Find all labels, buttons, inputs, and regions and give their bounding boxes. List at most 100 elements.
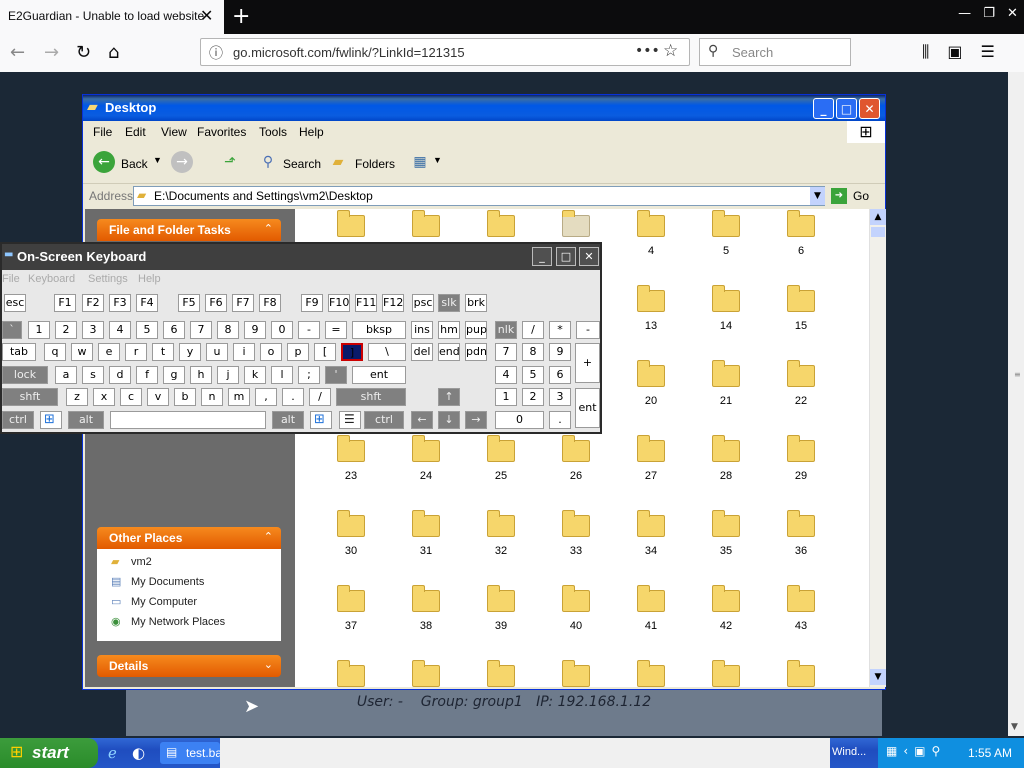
maximize-icon[interactable]: □: [556, 247, 576, 266]
osk-key[interactable]: 8: [522, 343, 544, 361]
maximize-icon[interactable]: □: [836, 98, 857, 119]
osk-key[interactable]: y: [179, 343, 201, 361]
osk-key[interactable]: alt: [272, 411, 304, 429]
folder-item[interactable]: [621, 659, 681, 687]
osk-key[interactable]: 1: [495, 388, 517, 406]
folder-item[interactable]: 4: [621, 209, 681, 279]
osk-key[interactable]: s: [82, 366, 104, 384]
osk-key[interactable]: ctrl: [364, 411, 404, 429]
osk-key[interactable]: ↑: [438, 388, 460, 406]
folder-item[interactable]: 38: [396, 584, 456, 654]
browser-tab[interactable]: E2Guardian - Unable to load website ✕: [0, 0, 224, 34]
osk-key[interactable]: f: [136, 366, 158, 384]
osk-key[interactable]: brk: [465, 294, 487, 312]
osk-key[interactable]: 9: [549, 343, 571, 361]
osk-key[interactable]: *: [549, 321, 571, 339]
library-icon[interactable]: ⫼: [922, 42, 929, 62]
osk-key[interactable]: ent: [352, 366, 406, 384]
chevron-down-icon[interactable]: ▼: [810, 187, 825, 205]
folder-item[interactable]: [471, 659, 531, 687]
back-icon[interactable]: ←: [93, 151, 115, 173]
folder-item[interactable]: 35: [696, 509, 756, 579]
new-tab-icon[interactable]: +: [232, 4, 250, 29]
chevron-down-icon[interactable]: ▼: [153, 155, 162, 165]
browser-scrollbar[interactable]: ≡ ▼: [1008, 72, 1024, 736]
folder-item[interactable]: 36: [771, 509, 831, 579]
osk-key[interactable]: d: [109, 366, 131, 384]
menu-view[interactable]: View: [161, 125, 187, 139]
sidebar-icon[interactable]: ▣: [947, 42, 962, 62]
folder-item[interactable]: 39: [471, 584, 531, 654]
scroll-down-icon[interactable]: ▼: [1011, 722, 1018, 732]
osk-key[interactable]: z: [66, 388, 88, 406]
osk-key[interactable]: v: [147, 388, 169, 406]
osk-key[interactable]: ,: [255, 388, 277, 406]
folder-item[interactable]: 28: [696, 434, 756, 504]
minimize-icon[interactable]: _: [532, 247, 552, 266]
osk-key[interactable]: 4: [109, 321, 131, 339]
osk-key[interactable]: .: [282, 388, 304, 406]
minimize-icon[interactable]: —: [958, 6, 971, 28]
osk-key[interactable]: slk: [438, 294, 460, 312]
osk-key[interactable]: pdn: [465, 343, 487, 361]
home-icon[interactable]: ⌂: [108, 42, 119, 63]
osk-key[interactable]: ins: [411, 321, 433, 339]
url-bar[interactable]: ⓘ go.microsoft.com/fwlink/?LinkId=121315…: [200, 38, 690, 66]
folder-item[interactable]: [546, 659, 606, 687]
expand-icon[interactable]: ⌄: [264, 658, 273, 671]
osk-key[interactable]: tab: [2, 343, 36, 361]
search-icon[interactable]: ⚲: [257, 151, 279, 173]
folder-item[interactable]: 32: [471, 509, 531, 579]
osk-key[interactable]: F11: [355, 294, 377, 312]
osk-key[interactable]: x: [93, 388, 115, 406]
scroll-thumb[interactable]: [871, 227, 885, 237]
folder-item[interactable]: 40: [546, 584, 606, 654]
osk-key[interactable]: r: [125, 343, 147, 361]
osk-key[interactable]: ;: [298, 366, 320, 384]
osk-key[interactable]: F8: [259, 294, 281, 312]
place-vm2[interactable]: ▰ vm2: [111, 555, 152, 573]
taskbar-item-window[interactable]: Wind...: [832, 746, 866, 758]
osk-key[interactable]: lock: [2, 366, 48, 384]
folder-item[interactable]: 25: [471, 434, 531, 504]
folder-item[interactable]: 15: [771, 284, 831, 354]
osk-key[interactable]: 1: [28, 321, 50, 339]
osk-menu-help[interactable]: Help: [138, 273, 161, 285]
osk-key[interactable]: end: [438, 343, 460, 361]
scroll-down-icon[interactable]: ▼: [870, 669, 886, 685]
folder-item[interactable]: 6: [771, 209, 831, 279]
folder-item[interactable]: 26: [546, 434, 606, 504]
osk-key[interactable]: 2: [55, 321, 77, 339]
osk-key[interactable]: hm: [438, 321, 460, 339]
osk-key[interactable]: 6: [163, 321, 185, 339]
osk-key[interactable]: ←: [411, 411, 433, 429]
folder-item[interactable]: 20: [621, 359, 681, 429]
folder-item[interactable]: 23: [321, 434, 381, 504]
osk-key[interactable]: 6: [549, 366, 571, 384]
osk-key[interactable]: 9: [244, 321, 266, 339]
folder-item[interactable]: 24: [396, 434, 456, 504]
folder-item[interactable]: 43: [771, 584, 831, 654]
forward-arrow-icon[interactable]: →: [44, 42, 59, 63]
osk-key[interactable]: l: [271, 366, 293, 384]
osk-menu-keyboard[interactable]: Keyboard: [28, 273, 75, 285]
folder-item[interactable]: 34: [621, 509, 681, 579]
restore-icon[interactable]: ❐: [983, 6, 995, 28]
collapse-icon[interactable]: ⌃: [264, 530, 273, 543]
osk-key[interactable]: o: [260, 343, 282, 361]
osk-key[interactable]: F5: [178, 294, 200, 312]
search-bar[interactable]: ⚲ Search: [699, 38, 851, 66]
osk-key[interactable]: 7: [495, 343, 517, 361]
keyboard-icon[interactable]: ▦: [886, 744, 897, 758]
explorer-scrollbar[interactable]: ▲ ▼: [869, 209, 886, 687]
osk-key[interactable]: 8: [217, 321, 239, 339]
osk-key[interactable]: [: [314, 343, 336, 361]
place-my-documents[interactable]: ▤ My Documents: [111, 575, 204, 593]
bookmark-star-icon[interactable]: ☆: [663, 41, 678, 61]
collapse-icon[interactable]: ⌃: [264, 222, 273, 235]
osk-key[interactable]: [110, 411, 266, 429]
osk-key[interactable]: F1: [54, 294, 76, 312]
place-my-network[interactable]: ◉ My Network Places: [111, 615, 225, 633]
osk-key[interactable]: 3: [82, 321, 104, 339]
menu-help[interactable]: Help: [299, 125, 324, 139]
